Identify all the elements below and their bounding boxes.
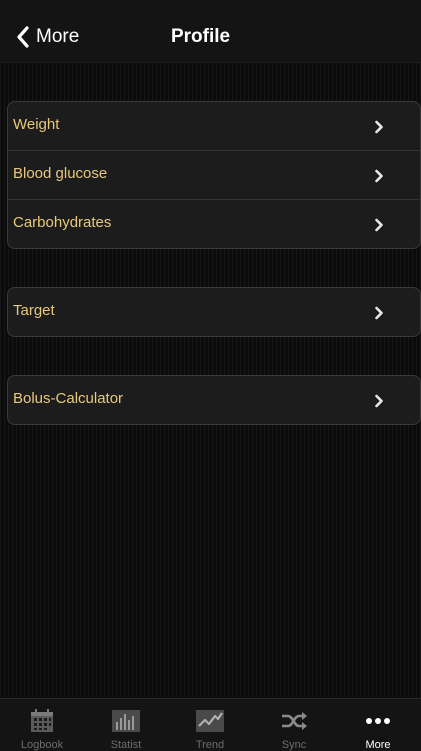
settings-row-carbohydrates[interactable]: Carbohydrates bbox=[8, 199, 420, 248]
tab-trend[interactable]: Trend bbox=[168, 699, 252, 751]
settings-row-weight[interactable]: Weight bbox=[8, 102, 420, 150]
settings-row-label: Bolus-Calculator bbox=[13, 389, 124, 407]
settings-row-label: Target bbox=[13, 301, 55, 319]
settings-row-label: Blood glucose bbox=[13, 164, 108, 182]
chevron-right-icon bbox=[375, 306, 383, 320]
bar-chart-icon bbox=[112, 710, 140, 732]
tab-bar: Logbook Statist Trend Sync More bbox=[0, 698, 421, 751]
tab-logbook[interactable]: Logbook bbox=[0, 699, 84, 751]
settings-row-target[interactable]: Target bbox=[8, 288, 420, 336]
tab-label: Statist bbox=[110, 739, 142, 751]
chevron-right-icon bbox=[375, 394, 383, 408]
chevron-right-icon bbox=[375, 169, 383, 183]
trend-line-icon bbox=[196, 710, 224, 732]
settings-row-bolus-calculator[interactable]: Bolus-Calculator bbox=[8, 376, 420, 424]
tab-sync[interactable]: Sync bbox=[252, 699, 336, 751]
tab-label: Sync bbox=[281, 739, 307, 751]
settings-row-label: Carbohydrates bbox=[13, 213, 112, 231]
tab-label: Logbook bbox=[20, 739, 64, 751]
tab-label: More bbox=[365, 739, 391, 751]
navigation-bar: More Profile bbox=[0, 0, 421, 63]
profile-screen: More Profile Weight Blood glucose Carboh… bbox=[0, 0, 421, 751]
shuffle-icon bbox=[282, 712, 307, 730]
settings-group-target: Target bbox=[7, 287, 421, 337]
more-dots-icon bbox=[366, 718, 390, 724]
settings-group-bolus: Bolus-Calculator bbox=[7, 375, 421, 425]
chevron-right-icon bbox=[375, 120, 383, 134]
page-title: Profile bbox=[170, 26, 231, 47]
settings-row-label: Weight bbox=[13, 115, 60, 133]
tab-more[interactable]: More bbox=[336, 699, 420, 751]
chevron-right-icon bbox=[375, 218, 383, 232]
settings-group-measurements: Weight Blood glucose Carbohydrates bbox=[7, 101, 421, 249]
tab-statist[interactable]: Statist bbox=[84, 699, 168, 751]
settings-row-blood-glucose[interactable]: Blood glucose bbox=[8, 150, 420, 199]
tab-label: Trend bbox=[195, 739, 225, 751]
calendar-icon bbox=[31, 709, 53, 732]
